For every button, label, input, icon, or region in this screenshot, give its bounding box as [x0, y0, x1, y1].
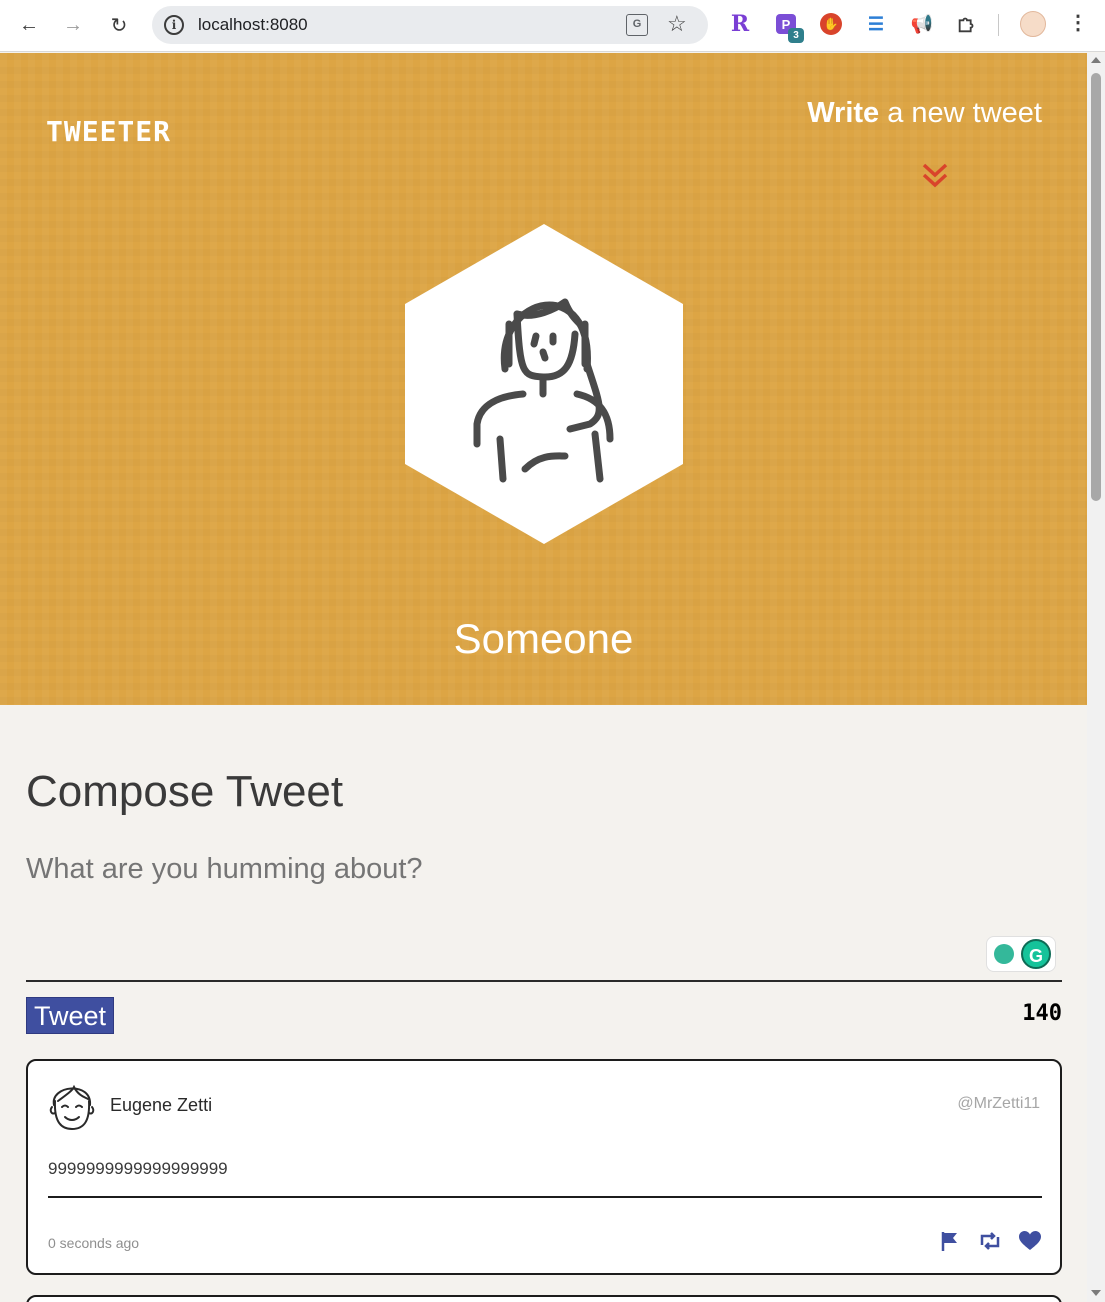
browser-toolbar: ← → ↻ i localhost:8080 G ☆ R P3 ✋ ☰ 📢 ⋮	[0, 0, 1105, 52]
tweet-content: 9999999999999999999	[48, 1159, 228, 1178]
compose-underline	[26, 980, 1062, 982]
compose-title: Compose Tweet	[26, 767, 344, 816]
extension-reader-icon[interactable]: ☰	[864, 12, 888, 36]
chevron-double-down-icon[interactable]	[920, 161, 950, 191]
tweet-actions	[938, 1229, 1042, 1253]
retweet-icon[interactable]	[978, 1229, 1002, 1253]
bookmark-star-icon[interactable]: ☆	[667, 11, 687, 37]
write-bold: Write	[807, 97, 880, 129]
extension-p-icon[interactable]: P3	[776, 14, 804, 43]
extension-block-icon[interactable]: ✋	[820, 13, 842, 35]
extensions-puzzle-icon[interactable]	[955, 12, 979, 36]
forward-icon[interactable]: →	[58, 10, 88, 40]
url-text[interactable]: localhost:8080	[198, 15, 308, 35]
page-scrollbar[interactable]	[1087, 53, 1105, 1302]
site-info-icon[interactable]: i	[164, 15, 184, 35]
compose-textarea[interactable]	[26, 853, 1062, 886]
address-bar[interactable]: i localhost:8080 G ☆	[152, 6, 708, 44]
tweet-divider	[48, 1196, 1042, 1198]
character-counter: 140	[1022, 1001, 1062, 1026]
tweet-author-handle: @MrZetti11	[957, 1095, 1040, 1112]
translate-icon[interactable]: G	[626, 14, 648, 36]
profile-username: Someone	[453, 615, 634, 662]
toolbar-divider	[998, 14, 999, 36]
profile-avatar[interactable]	[1020, 11, 1046, 37]
write-rest: a new tweet	[879, 97, 1042, 129]
reload-icon[interactable]: ↻	[104, 10, 134, 40]
extension-megaphone-icon[interactable]: 📢	[910, 12, 934, 36]
lightbulb-icon[interactable]	[994, 944, 1014, 964]
flag-icon[interactable]	[938, 1229, 962, 1253]
brand-logo[interactable]: TWEETER	[46, 115, 171, 148]
tweet-card-next	[26, 1295, 1062, 1302]
tweet-author-name: Eugene Zetti	[110, 1095, 213, 1115]
grammarly-widget[interactable]: G	[986, 936, 1056, 972]
extension-r-icon[interactable]: R	[728, 11, 752, 37]
scroll-down-arrow[interactable]	[1091, 1290, 1101, 1296]
menu-kebab-icon[interactable]: ⋮	[1068, 10, 1088, 35]
write-new-tweet-link[interactable]: Write a new tweet	[807, 97, 1042, 130]
tweet-button[interactable]: Tweet	[26, 997, 114, 1034]
grammarly-icon[interactable]: G	[1021, 939, 1051, 969]
profile-avatar-hexagon	[405, 224, 683, 544]
back-icon[interactable]: ←	[14, 10, 44, 40]
profile-header: TWEETER Write a new tweet Someone	[0, 53, 1087, 705]
user-avatar-icon	[49, 1084, 95, 1131]
tweet-timestamp: 0 seconds ago	[48, 1235, 140, 1251]
tweet-card: Eugene Zetti @MrZetti11 9999999999999999…	[26, 1059, 1062, 1275]
scroll-up-arrow[interactable]	[1091, 57, 1101, 63]
extension-badge: 3	[788, 28, 804, 43]
scroll-thumb[interactable]	[1091, 73, 1101, 501]
heart-icon[interactable]	[1018, 1229, 1042, 1253]
